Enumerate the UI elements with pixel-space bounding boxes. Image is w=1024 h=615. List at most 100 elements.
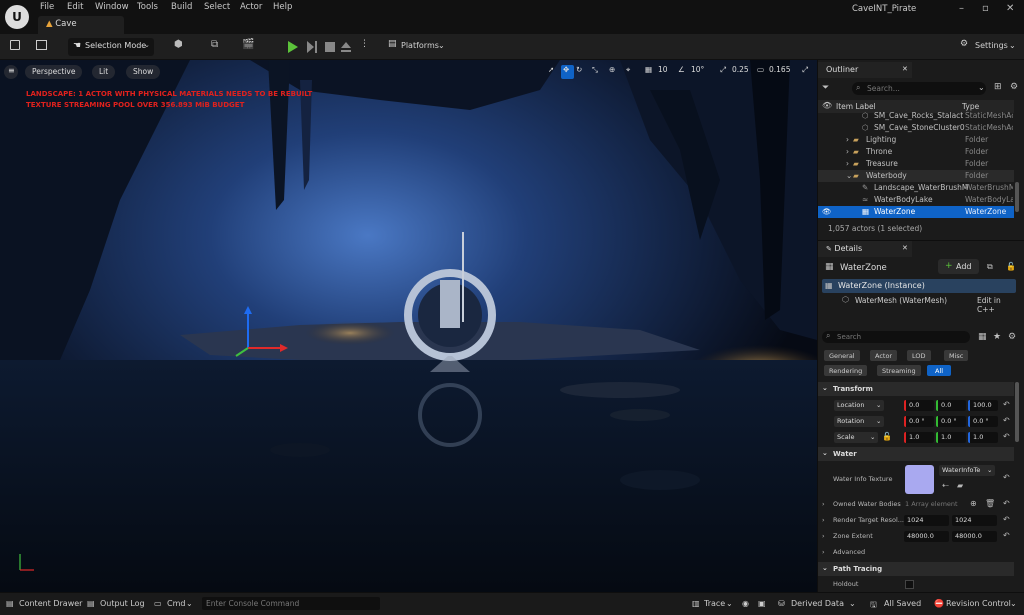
rotation-y-field[interactable]: 0.0 ° — [936, 416, 966, 427]
rotation-x-field[interactable]: 0.0 ° — [904, 416, 934, 427]
derived-data-button[interactable]: Derived Data — [791, 599, 844, 608]
filter-misc[interactable]: Misc — [944, 350, 969, 361]
screenshot-icon[interactable]: ▣ — [758, 599, 766, 608]
settings-gear-icon[interactable]: ⚙ — [1008, 332, 1016, 342]
instance-row[interactable]: ▦ WaterZone (Instance) — [822, 279, 1016, 293]
location-y-field[interactable]: 0.0 — [936, 400, 966, 411]
reset-icon[interactable]: ↶ — [1003, 432, 1010, 441]
location-dropdown[interactable]: Location ⌄ — [834, 400, 884, 411]
all-saved-button[interactable]: All Saved — [884, 599, 921, 608]
outliner-row[interactable]: ⌄ ▰ Waterbody Folder — [818, 170, 1014, 182]
cmd-dropdown[interactable]: Cmd — [167, 599, 185, 608]
reset-icon[interactable]: ↶ — [1003, 400, 1010, 409]
menu-help[interactable]: Help — [273, 2, 292, 12]
console-command-input[interactable]: Enter Console Command — [202, 597, 380, 610]
menu-window[interactable]: Window — [95, 2, 129, 12]
actor-name[interactable]: WaterZone — [840, 263, 887, 273]
render-target-x-field[interactable]: 1024 — [904, 515, 949, 526]
world-space-icon[interactable]: ⊕ — [609, 65, 615, 79]
lock-icon[interactable]: 🔓 — [882, 432, 892, 441]
transform-section-header[interactable]: ⌄ Transform — [818, 382, 1014, 396]
blueprint-icon[interactable]: ⧉ — [987, 262, 993, 272]
outliner-row-selected[interactable]: 👁 ▦ WaterZone WaterZone — [818, 206, 1014, 218]
menu-file[interactable]: File — [40, 2, 54, 12]
details-scrollbar[interactable] — [1015, 382, 1019, 442]
reset-icon[interactable]: ↶ — [1003, 515, 1010, 524]
holdout-checkbox[interactable] — [905, 580, 914, 589]
visibility-icon[interactable]: 👁 — [822, 207, 832, 216]
trace-button[interactable]: Trace — [704, 599, 725, 608]
step-icon[interactable] — [306, 41, 318, 53]
rotation-dropdown[interactable]: Rotation ⌄ — [834, 416, 884, 427]
stop-icon[interactable] — [324, 41, 336, 53]
outliner-row[interactable]: ≈ WaterBodyLake WaterBodyLake — [818, 194, 1014, 206]
chevron-right-icon[interactable]: › — [822, 532, 825, 540]
level-viewport[interactable]: ≡ Perspective Lit Show ➚ ✥ ↻ ⤡ ⊕ ⌖ ▦ 10 … — [0, 60, 817, 592]
selection-mode-dropdown[interactable]: ☚ Selection Mode ⌄ — [68, 38, 154, 56]
chevron-right-icon[interactable]: › — [822, 516, 825, 524]
scale-snap-icon[interactable]: ⤢ — [720, 65, 726, 79]
platforms-button[interactable]: Platforms — [401, 41, 439, 50]
texture-thumbnail[interactable] — [905, 465, 934, 494]
filter-icon[interactable]: ⏷ — [822, 83, 829, 93]
settings-button[interactable]: Settings — [975, 41, 1008, 50]
filter-actor[interactable]: Actor — [870, 350, 898, 361]
zone-extent-y-field[interactable]: 48000.0 — [952, 531, 997, 542]
select-tool-icon[interactable]: ➚ — [548, 65, 554, 79]
unreal-logo[interactable]: U — [5, 5, 29, 29]
menu-edit[interactable]: Edit — [67, 2, 83, 12]
menu-tools[interactable]: Tools — [137, 2, 158, 12]
output-log-button[interactable]: Output Log — [100, 599, 145, 608]
grid-snap-value[interactable]: 10 — [658, 65, 668, 79]
content-browser-icon[interactable] — [36, 40, 47, 50]
reset-icon[interactable]: ↶ — [1003, 499, 1010, 508]
location-x-field[interactable]: 0.0 — [904, 400, 934, 411]
reset-icon[interactable]: ↶ — [1003, 473, 1010, 482]
scale-z-field[interactable]: 1.0 — [968, 432, 998, 443]
outliner-row[interactable]: › ▰ Treasure Folder — [818, 158, 1014, 170]
scale-x-field[interactable]: 1.0 — [904, 432, 934, 443]
view-mode-button[interactable]: Lit — [92, 65, 116, 79]
component-row[interactable]: ⬡ WaterMesh (WaterMesh) Edit in C++ — [822, 294, 1016, 314]
filter-general[interactable]: General — [824, 350, 860, 361]
reset-icon[interactable]: ↶ — [1003, 531, 1010, 540]
rotation-snap-value[interactable]: 10° — [691, 65, 704, 79]
revision-control-button[interactable]: Revision Control — [946, 599, 1011, 608]
maximize-viewport-icon[interactable]: ⤢ — [802, 65, 808, 79]
viewport-menu-icon[interactable]: ≡ — [4, 65, 18, 79]
location-z-field[interactable]: 100.0 — [968, 400, 998, 411]
chevron-down-icon[interactable]: ⌄ — [846, 171, 852, 180]
outliner-search-input[interactable]: ⌕ Search... — [852, 82, 986, 95]
close-tab-icon[interactable]: ✕ — [902, 65, 908, 73]
eject-icon[interactable] — [340, 41, 352, 53]
record-icon[interactable]: ◉ — [742, 599, 749, 608]
edit-in-cpp-link[interactable]: Edit in C++ — [977, 296, 1016, 314]
menu-build[interactable]: Build — [171, 2, 192, 12]
level-tab[interactable]: ▲ Cave — [38, 16, 124, 34]
show-button[interactable]: Show — [126, 65, 161, 79]
outliner-row[interactable]: ✎ Landscape_WaterBrushMWaterBrushManager — [818, 182, 1014, 194]
delete-icon[interactable]: 🗑 — [985, 499, 995, 508]
favorite-star-icon[interactable]: ★ — [993, 332, 1001, 342]
chevron-down-icon[interactable]: ⌄ — [978, 83, 985, 92]
details-tab[interactable]: ✎ Details ✕ — [818, 241, 912, 257]
close-tab-icon[interactable]: ✕ — [902, 244, 908, 252]
reset-icon[interactable]: ↶ — [1003, 416, 1010, 425]
render-target-y-field[interactable]: 1024 — [952, 515, 997, 526]
outliner-tab[interactable]: Outliner ✕ — [818, 62, 912, 78]
add-actor-icon[interactable]: ⬢ — [174, 39, 183, 50]
settings-gear-icon[interactable]: ⚙ — [1010, 82, 1018, 92]
blueprint-icon[interactable]: ⧉ — [211, 39, 218, 50]
filter-rendering[interactable]: Rendering — [824, 365, 868, 376]
outliner-row[interactable]: › ▰ Lighting Folder — [818, 134, 1014, 146]
cinematics-icon[interactable]: 🎬 — [242, 39, 254, 50]
zone-extent-x-field[interactable]: 48000.0 — [904, 531, 949, 542]
outliner-row[interactable]: ⬡ SM_Cave_StoneCluster0StaticMeshActor — [818, 122, 1014, 134]
menu-actor[interactable]: Actor — [240, 2, 262, 12]
add-element-icon[interactable]: ⊕ — [970, 499, 977, 508]
chevron-right-icon[interactable]: › — [846, 135, 849, 144]
scale-tool-icon[interactable]: ⤡ — [592, 65, 598, 79]
rotation-z-field[interactable]: 0.0 ° — [968, 416, 998, 427]
advanced-row[interactable]: › Advanced — [818, 545, 1014, 561]
lock-icon[interactable]: 🔓 — [1006, 262, 1016, 271]
